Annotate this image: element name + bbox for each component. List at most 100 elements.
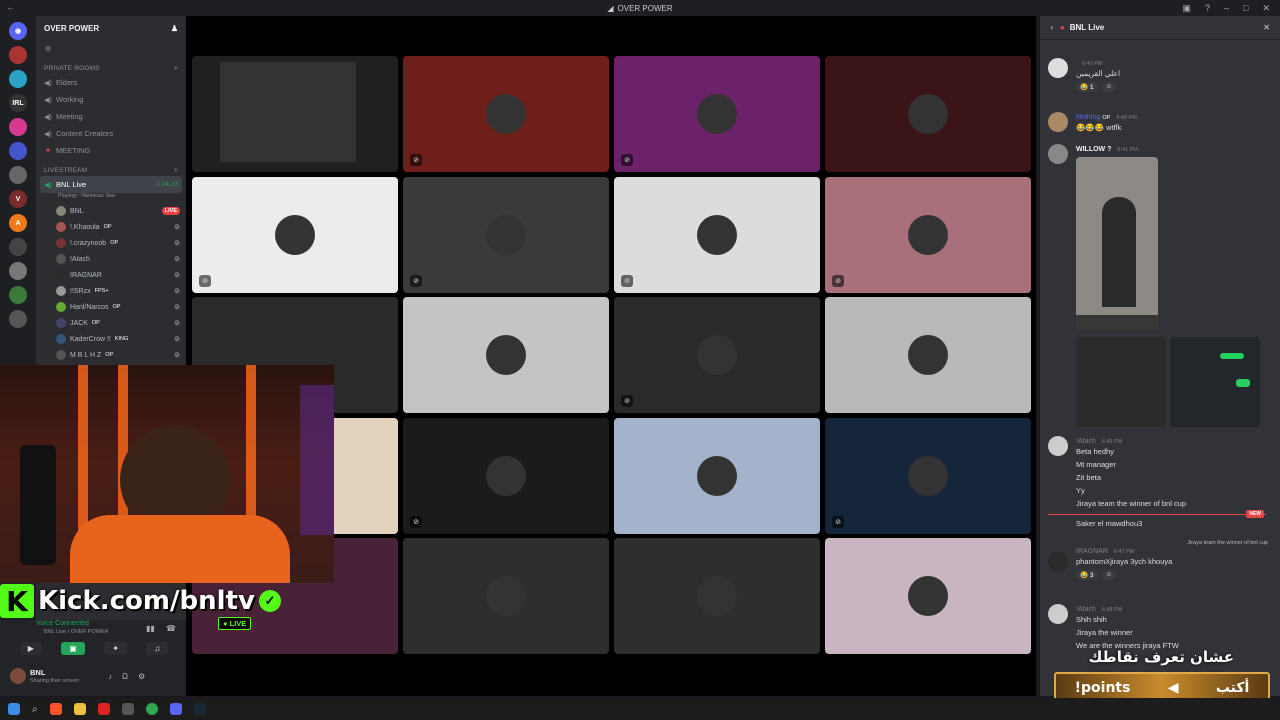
voice-user[interactable]: !.Khaoula OP ⊘ [36,219,186,235]
participant-avatar [486,94,526,134]
participant-tile[interactable] [614,417,820,534]
participant-tile[interactable]: ⊘ [403,417,609,534]
voice-user[interactable]: IRAGNAR ⊘ [36,267,186,283]
discord-icon[interactable] [169,703,182,715]
image-attachment[interactable] [1076,337,1166,427]
chat-message: WILLOW ? 6:41 PM [1048,144,1272,427]
chat-message: Nothing OP 6:40 PM 😂😂😂 wtffk [1048,112,1272,134]
voice-user[interactable]: KaderCrow !! KING ⊘ [36,331,186,347]
steam-icon[interactable] [193,703,206,715]
server-icon[interactable]: IRL [9,94,27,112]
back-arrow-icon[interactable]: ← [6,2,15,12]
participant-tile[interactable] [825,297,1031,413]
muted-icon: ⊘ [621,395,633,407]
reaction[interactable]: 😂 3 ☺ [1076,570,1117,580]
voice-user[interactable]: !.crazynoob OP ⊘ [36,235,186,251]
chat-message: !Atach 6:48 PM Shih shih Jiraya the winne… [1048,604,1272,652]
channel-content-creators[interactable]: ◀) Content Creators [36,125,186,142]
voice-user[interactable]: !!SRzx FPS+ ⊘ [36,283,186,299]
app-icon[interactable] [97,703,110,715]
muted-icon: ⊘ [174,272,180,279]
channel-elders[interactable]: ◀) Elders [36,74,186,91]
server-header[interactable]: OVER POWER ♟ [36,16,186,40]
voice-user[interactable]: M B L H Z OP ⊘ [36,347,186,363]
settings-row[interactable]: ⚙ [36,40,186,57]
help-icon[interactable]: ? [1205,3,1210,13]
participant-tile[interactable]: ⊘ [403,176,609,293]
participant-avatar [486,576,526,616]
participant-tile[interactable]: ⊘ [825,417,1031,534]
gear-icon[interactable]: ⚙ [138,672,145,681]
app-icon[interactable] [121,703,134,715]
voice-user[interactable]: Hanl/Narcos OP ⊘ [36,299,186,315]
search-icon[interactable]: ⌕ [32,704,38,715]
server-icon[interactable] [9,310,27,328]
add-reaction-icon[interactable]: ☺ [1101,570,1117,580]
server-icon[interactable] [9,70,27,88]
server-icon[interactable]: V [9,190,27,208]
voice-user[interactable]: !Atach ⊘ [36,251,186,267]
screen-share-preview[interactable] [220,62,356,162]
microphone-icon[interactable]: ♪ [108,672,112,681]
headphones-icon[interactable]: Ω [122,672,128,681]
category-livestream[interactable]: LIVESTREAM + [36,159,186,176]
gear-icon[interactable]: ⚙ [44,45,52,53]
speaker-icon: ◀) [44,130,52,138]
channel-meeting[interactable]: ◀) Meeting [36,108,186,125]
voice-user[interactable]: BNL LIVE [36,203,186,219]
start-icon[interactable] [8,703,20,715]
server-icon[interactable]: A [9,214,27,232]
channel-meeting-2[interactable]: ● MEETING [36,142,186,159]
close-button[interactable]: ✕ [1262,3,1270,14]
server-icon[interactable] [9,142,27,160]
participant-tile[interactable] [825,56,1031,172]
participant-tile[interactable] [614,538,820,654]
speaker-icon: ◀) [44,79,52,87]
participant-tile[interactable] [403,297,609,413]
username: BNL [30,668,46,677]
category-private[interactable]: PRIVATE ROOMS + [36,57,186,74]
channel-bnl-live[interactable]: ◀) BNL Live 1:24:23 [40,176,182,193]
muted-icon: ⊘ [174,240,180,247]
video-attachment[interactable] [1076,157,1158,329]
minimize-button[interactable]: – [1224,3,1229,13]
camera-button[interactable]: ▶ [19,642,42,655]
channel-working[interactable]: ◀) Working [36,91,186,108]
screen-share-button[interactable]: ▣ [61,642,85,655]
server-icon[interactable] [9,166,27,184]
chrome-icon[interactable] [145,703,158,715]
participant-tile[interactable] [403,538,609,654]
folder-icon[interactable] [73,703,86,715]
participant-tile[interactable]: ⊘ [192,176,398,293]
participant-tile[interactable] [192,56,398,172]
participant-avatar [486,335,526,375]
avatar[interactable] [10,668,26,684]
server-icon[interactable] [9,262,27,280]
voice-user[interactable]: JACK OP ⊘ [36,315,186,331]
maximize-button[interactable]: □ [1243,3,1248,13]
signal-icon[interactable]: ▮▮ [146,624,155,633]
participant-tile[interactable]: ⊘ [614,176,820,293]
browser-icon[interactable] [49,703,62,715]
reaction[interactable]: 😂 1 ☺ [1076,82,1117,92]
server-icon[interactable] [9,118,27,136]
activities-button[interactable]: ✦ [104,642,127,655]
participant-tile[interactable]: ⊘ [614,297,820,413]
add-user-icon[interactable]: ♟ [171,24,178,33]
close-icon[interactable]: ✕ [1263,23,1270,32]
participant-tile[interactable]: ⊘ [614,56,820,172]
participant-tile[interactable]: ⊘ [825,176,1031,293]
muted-icon: ⊘ [621,154,633,166]
server-icon[interactable] [9,286,27,304]
image-attachment[interactable] [1170,337,1260,427]
participant-tile[interactable] [825,538,1031,654]
home-icon[interactable]: ◉ [9,22,27,40]
participant-tile[interactable]: ⊘ [403,56,609,172]
disconnect-icon[interactable]: ☎ [166,624,176,633]
server-icon[interactable] [9,46,27,64]
add-reaction-icon[interactable]: ☺ [1101,82,1117,92]
stage-area: ⊘ ⊘ ⊘ ⊘ ⊘ ⊘ ⊘ ⊘ ⊘ [186,16,1036,696]
soundboard-button[interactable]: ♫ [146,642,169,655]
server-icon[interactable] [9,238,27,256]
inbox-icon[interactable]: ▣ [1182,3,1191,14]
